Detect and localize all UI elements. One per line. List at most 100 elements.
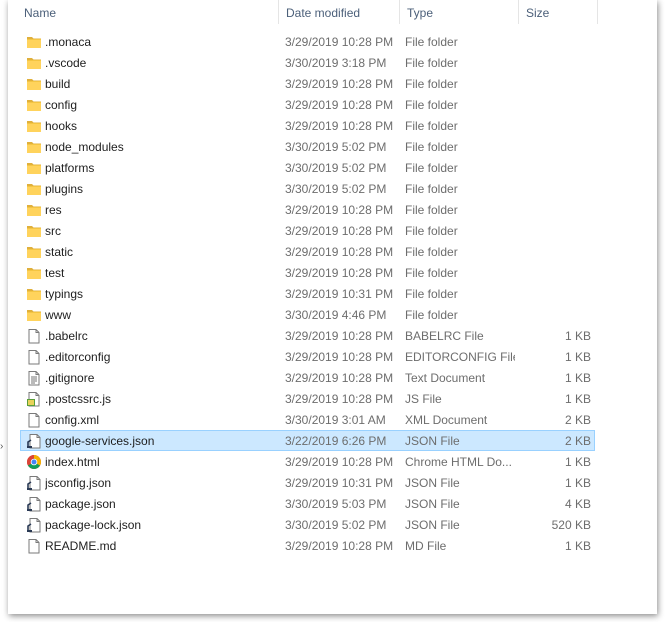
file-row[interactable]: .editorconfig 3/29/2019 10:28 PM EDITORCON… [20, 346, 595, 367]
date-modified: 3/30/2019 5:02 PM [285, 518, 387, 532]
file-name: .babelrc [45, 329, 88, 343]
file-type: JSON File [405, 497, 460, 511]
date-modified: 3/29/2019 10:28 PM [285, 329, 394, 343]
file-type: File folder [405, 182, 458, 196]
file-row[interactable]: www 3/30/2019 4:46 PM File folder [20, 304, 595, 325]
file-size [515, 137, 591, 156]
file-name: res [45, 203, 62, 217]
file-size: 1 KB [564, 392, 591, 406]
file-name: .editorconfig [45, 350, 111, 364]
file-name: .monaca [45, 35, 92, 49]
blank-file-icon [26, 412, 42, 428]
date-modified: 3/30/2019 5:03 PM [285, 497, 387, 511]
file-size: 2 KB [564, 413, 591, 427]
date-modified: 3/30/2019 5:02 PM [285, 182, 387, 196]
column-header-size[interactable]: Size [518, 0, 598, 24]
date-modified: 3/29/2019 10:31 PM [285, 476, 394, 490]
file-row[interactable]: platforms 3/30/2019 5:02 PM File folder [20, 157, 595, 178]
file-row[interactable]: .monaca 3/29/2019 10:28 PM File folder [20, 31, 595, 52]
file-size: 4 KB [564, 497, 591, 511]
file-row[interactable]: res 3/29/2019 10:28 PM File folder [20, 199, 595, 220]
date-modified: 3/30/2019 3:01 AM [285, 413, 386, 427]
file-row[interactable]: build 3/29/2019 10:28 PM File folder [20, 73, 595, 94]
file-row[interactable]: package-lock.json 3/30/2019 5:02 PM JSON F… [20, 514, 595, 535]
file-row[interactable]: jsconfig.json 3/29/2019 10:31 PM JSON File… [20, 472, 595, 493]
folder-icon [26, 181, 42, 197]
file-row[interactable]: google-services.json 3/22/2019 6:26 PM JSO… [20, 430, 595, 451]
file-explorer-window: Name Date modified Type Size .monaca 3/29… [8, 0, 657, 614]
column-header-type[interactable]: Type [399, 0, 518, 24]
date-modified: 3/29/2019 10:28 PM [285, 245, 394, 259]
file-name: test [45, 266, 65, 280]
file-name: plugins [45, 182, 84, 196]
file-size [515, 263, 591, 282]
file-type: File folder [405, 35, 458, 49]
file-type: JSON File [405, 434, 460, 448]
file-row[interactable]: index.html 3/29/2019 10:28 PM Chrome HTML … [20, 451, 595, 472]
file-row[interactable]: .vscode 3/30/2019 3:18 PM File folder [20, 52, 595, 73]
file-size [515, 53, 591, 72]
file-name: static [45, 245, 74, 259]
file-row[interactable]: node_modules 3/30/2019 5:02 PM File folder [20, 136, 595, 157]
file-name: README.md [45, 539, 117, 553]
file-type: File folder [405, 224, 458, 238]
file-row[interactable]: static 3/29/2019 10:28 PM File folder [20, 241, 595, 262]
file-name: package.json [45, 497, 116, 511]
column-header-date-modified[interactable]: Date modified [278, 0, 399, 24]
file-size: 520 KB [551, 518, 591, 532]
file-row[interactable]: .gitignore 3/29/2019 10:28 PM Text Documen… [20, 367, 595, 388]
chrome-icon [26, 454, 42, 470]
file-size: 1 KB [564, 539, 591, 553]
file-name: platforms [45, 161, 95, 175]
file-type: File folder [405, 56, 458, 70]
file-size [515, 284, 591, 303]
file-size [515, 158, 591, 177]
json-file-icon [26, 496, 42, 512]
file-size [515, 179, 591, 198]
file-name: .postcssrc.js [45, 392, 112, 406]
file-row[interactable]: README.md 3/29/2019 10:28 PM MD File 1 KB [20, 535, 595, 556]
folder-icon [26, 223, 42, 239]
file-name: jsconfig.json [45, 476, 112, 490]
date-modified: 3/29/2019 10:28 PM [285, 119, 394, 133]
file-row[interactable]: plugins 3/30/2019 5:02 PM File folder [20, 178, 595, 199]
file-name: config.xml [45, 413, 100, 427]
folder-icon [26, 286, 42, 302]
column-header-name[interactable]: Name [17, 0, 278, 24]
file-row[interactable]: config 3/29/2019 10:28 PM File folder [20, 94, 595, 115]
date-modified: 3/29/2019 10:28 PM [285, 392, 394, 406]
file-row[interactable]: .postcssrc.js 3/29/2019 10:28 PM JS File 1 … [20, 388, 595, 409]
folder-icon [26, 160, 42, 176]
file-name: index.html [45, 455, 100, 469]
file-name: src [45, 224, 61, 238]
date-modified: 3/29/2019 10:28 PM [285, 455, 394, 469]
json-file-icon [26, 517, 42, 533]
date-modified: 3/29/2019 10:28 PM [285, 35, 394, 49]
file-type: BABELRC File [405, 329, 484, 343]
file-size [515, 200, 591, 219]
date-modified: 3/30/2019 5:02 PM [285, 140, 387, 154]
date-modified: 3/30/2019 5:02 PM [285, 161, 387, 175]
file-size: 1 KB [564, 329, 591, 343]
date-modified: 3/29/2019 10:28 PM [285, 266, 394, 280]
file-row[interactable]: src 3/29/2019 10:28 PM File folder [20, 220, 595, 241]
file-row[interactable]: test 3/29/2019 10:28 PM File folder [20, 262, 595, 283]
date-modified: 3/29/2019 10:28 PM [285, 371, 394, 385]
file-row[interactable]: config.xml 3/30/2019 3:01 AM XML Document 2… [20, 409, 595, 430]
date-modified: 3/30/2019 3:18 PM [285, 56, 387, 70]
folder-icon [26, 307, 42, 323]
date-modified: 3/29/2019 10:28 PM [285, 98, 394, 112]
file-name: typings [45, 287, 84, 301]
file-name: .gitignore [45, 371, 95, 385]
file-row[interactable]: hooks 3/29/2019 10:28 PM File folder [20, 115, 595, 136]
file-row[interactable]: .babelrc 3/29/2019 10:28 PM BABELRC File 1 … [20, 325, 595, 346]
file-row[interactable]: package.json 3/30/2019 5:03 PM JSON File 4 … [20, 493, 595, 514]
blank-file-icon [26, 538, 42, 554]
date-modified: 3/22/2019 6:26 PM [285, 434, 387, 448]
file-type: File folder [405, 77, 458, 91]
file-type: File folder [405, 161, 458, 175]
folder-icon [26, 118, 42, 134]
file-row[interactable]: typings 3/29/2019 10:31 PM File folder [20, 283, 595, 304]
file-size [515, 305, 591, 324]
date-modified: 3/29/2019 10:28 PM [285, 350, 394, 364]
